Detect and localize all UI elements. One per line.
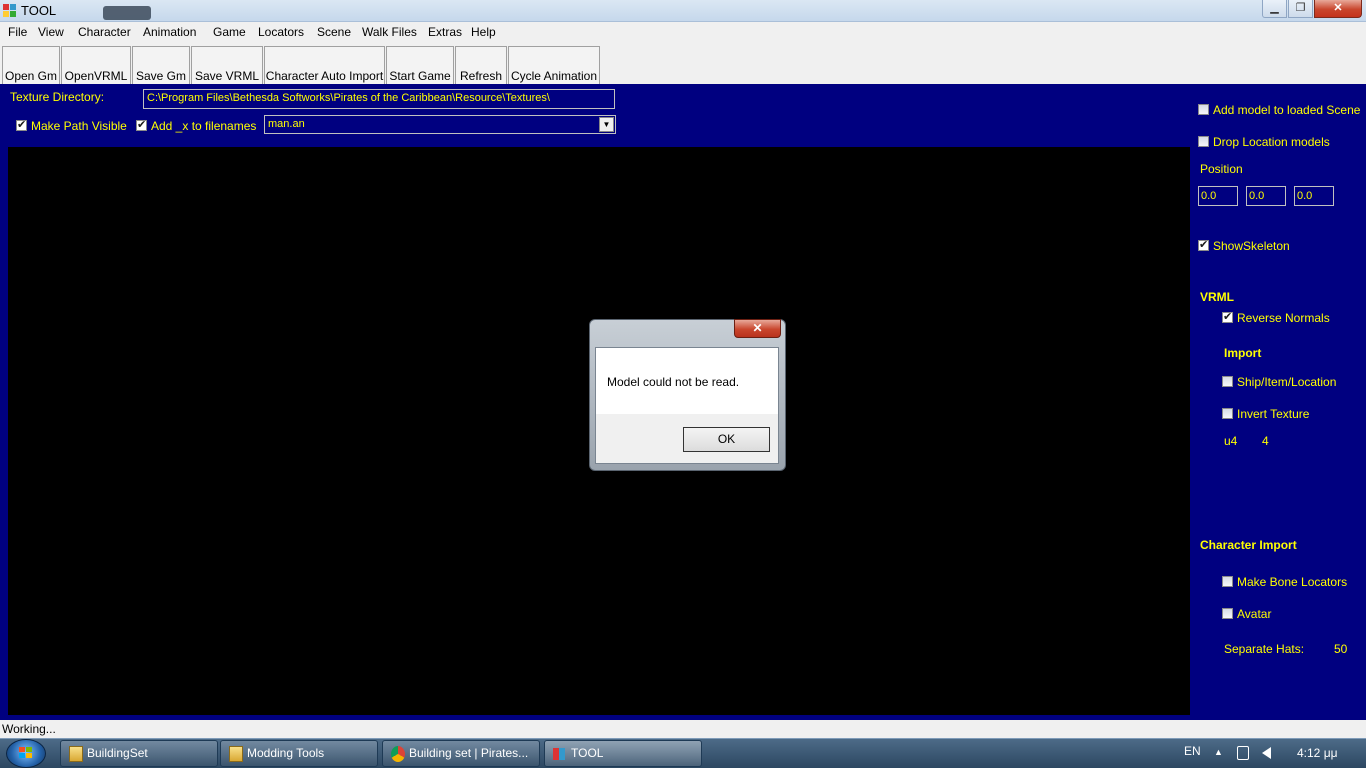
- status-bar: Working...: [0, 720, 1366, 738]
- menu-view[interactable]: View: [38, 25, 64, 39]
- taskbar-label: TOOL: [571, 746, 604, 760]
- invert-texture-checkbox[interactable]: [1222, 408, 1233, 419]
- title-ghost-icon: [103, 6, 151, 20]
- save-vrml-button[interactable]: Save VRML: [191, 46, 263, 84]
- taskbar-item-tool[interactable]: TOOL: [544, 740, 702, 767]
- import-header: Import: [1224, 346, 1262, 360]
- add-x-checkbox[interactable]: [136, 118, 147, 131]
- menu-scene[interactable]: Scene: [317, 25, 351, 39]
- invert-texture-label: Invert Texture: [1237, 407, 1310, 421]
- character-auto-import-button[interactable]: Character Auto Import: [264, 46, 385, 84]
- animation-file-select[interactable]: man.an ▼: [264, 115, 616, 134]
- app-icon: [553, 748, 565, 760]
- taskbar-item-browser[interactable]: Building set | Pirates...: [382, 740, 540, 767]
- folder-icon: [229, 746, 243, 762]
- separate-hats-value[interactable]: 50: [1334, 642, 1347, 656]
- taskbar-item-modding-tools[interactable]: Modding Tools: [220, 740, 378, 767]
- position-x-input[interactable]: 0.0: [1198, 186, 1238, 206]
- close-button[interactable]: ✕: [1314, 0, 1362, 18]
- add-model-label: Add model to loaded Scene: [1213, 103, 1361, 117]
- character-import-header: Character Import: [1200, 538, 1297, 552]
- reverse-normals-checkbox[interactable]: [1222, 310, 1233, 323]
- save-gm-button[interactable]: Save Gm: [132, 46, 190, 84]
- open-vrml-button[interactable]: OpenVRML: [61, 46, 131, 84]
- make-bone-locators-label: Make Bone Locators: [1237, 575, 1348, 589]
- taskbar-label: BuildingSet: [87, 746, 148, 760]
- menu-game[interactable]: Game: [213, 25, 246, 39]
- taskbar-label: Modding Tools: [247, 746, 325, 760]
- menu-walk-files[interactable]: Walk Files: [362, 25, 417, 39]
- reverse-normals-label: Reverse Normals: [1237, 311, 1330, 325]
- ship-item-location-label: Ship/Item/Location: [1237, 375, 1337, 389]
- position-z-input[interactable]: 0.0: [1294, 186, 1334, 206]
- status-text: Working...: [2, 722, 56, 736]
- position-label: Position: [1200, 162, 1243, 176]
- make-path-visible-checkbox[interactable]: [16, 118, 27, 131]
- taskbar-label: Building set | Pirates...: [409, 746, 529, 760]
- maximize-button[interactable]: ❐: [1288, 0, 1313, 18]
- dialog-close-button[interactable]: ✕: [734, 319, 781, 338]
- menu-character[interactable]: Character: [78, 25, 131, 39]
- menu-file[interactable]: File: [8, 25, 27, 39]
- dialog-ok-button[interactable]: OK: [683, 427, 770, 452]
- network-icon[interactable]: [1237, 746, 1249, 760]
- add-model-checkbox[interactable]: [1198, 104, 1209, 115]
- texture-path-input[interactable]: C:\Program Files\Bethesda Softworks\Pira…: [143, 89, 615, 109]
- refresh-button[interactable]: Refresh: [455, 46, 507, 84]
- menu-locators[interactable]: Locators: [258, 25, 304, 39]
- make-bone-locators-checkbox[interactable]: [1222, 576, 1233, 587]
- open-gm-button[interactable]: Open Gm: [2, 46, 60, 84]
- chrome-icon: [391, 746, 405, 762]
- title-bar: TOOL ▁ ❐ ✕: [0, 0, 1366, 22]
- animation-file-value: man.an: [268, 118, 305, 130]
- dropdown-arrow-icon[interactable]: ▼: [599, 117, 614, 132]
- minimize-button[interactable]: ▁: [1262, 0, 1287, 18]
- show-skeleton-checkbox[interactable]: [1198, 238, 1209, 251]
- language-indicator[interactable]: EN: [1184, 744, 1201, 758]
- add-x-label: Add _x to filenames: [151, 119, 257, 133]
- show-skeleton-label: ShowSkeleton: [1213, 239, 1290, 253]
- menu-animation[interactable]: Animation: [143, 25, 196, 39]
- u-value: 4: [1262, 434, 1269, 448]
- dialog-message: Model could not be read.: [607, 375, 740, 389]
- u-label: u4: [1224, 434, 1238, 448]
- avatar-label: Avatar: [1237, 607, 1272, 621]
- folder-icon: [69, 746, 83, 762]
- toolbar: Open Gm OpenVRML Save Gm Save VRML Chara…: [0, 42, 1366, 84]
- window-title: TOOL: [21, 3, 57, 18]
- drop-location-checkbox[interactable]: [1198, 136, 1209, 147]
- taskbar-item-buildingset[interactable]: BuildingSet: [60, 740, 218, 767]
- drop-location-label: Drop Location models: [1213, 135, 1330, 149]
- windows-logo-icon: [19, 747, 33, 759]
- texture-directory-label: Texture Directory:: [10, 90, 105, 104]
- clock[interactable]: 4:12 μμ: [1297, 746, 1338, 760]
- menu-help[interactable]: Help: [471, 25, 496, 39]
- vrml-header: VRML: [1200, 290, 1234, 304]
- cycle-animation-button[interactable]: Cycle Animation: [508, 46, 600, 84]
- avatar-checkbox[interactable]: [1222, 608, 1233, 619]
- separate-hats-label: Separate Hats:: [1224, 642, 1305, 656]
- volume-icon[interactable]: [1262, 747, 1271, 759]
- app-icon: [3, 4, 17, 18]
- menu-extras[interactable]: Extras: [428, 25, 462, 39]
- position-y-input[interactable]: 0.0: [1246, 186, 1286, 206]
- ship-item-location-checkbox[interactable]: [1222, 376, 1233, 387]
- show-hidden-icons-icon[interactable]: ▲: [1214, 747, 1223, 757]
- make-path-visible-label: Make Path Visible: [31, 119, 127, 133]
- menu-bar: File View Character Animation Game Locat…: [0, 22, 1366, 42]
- start-game-button[interactable]: Start Game: [386, 46, 454, 84]
